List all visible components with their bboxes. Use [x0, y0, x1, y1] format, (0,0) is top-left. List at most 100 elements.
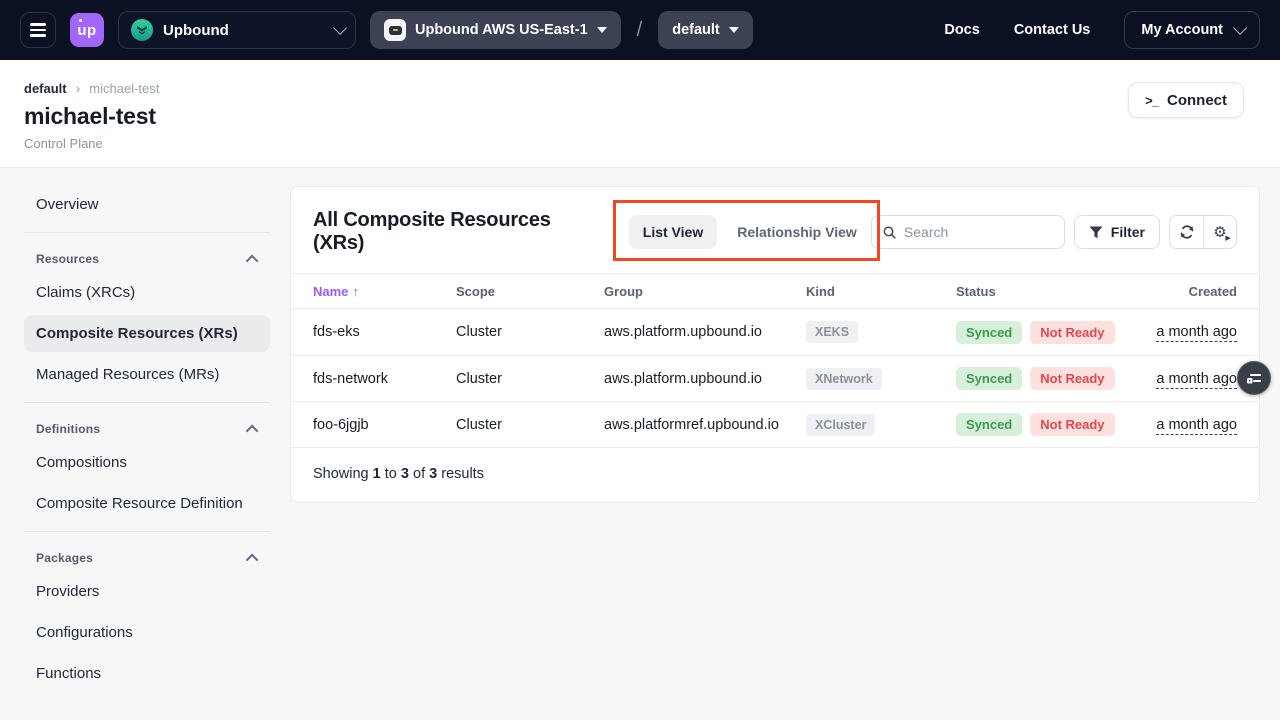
docs-link[interactable]: Docs [944, 22, 979, 38]
kind-badge: XCluster [806, 414, 875, 436]
chevron-up-icon [246, 553, 259, 566]
organization-name: Upbound [163, 22, 323, 39]
search-icon [883, 225, 896, 240]
sidebar-item-overview[interactable]: Overview [24, 186, 270, 223]
composite-resources-card: All Composite Resources (XRs) List View … [290, 186, 1260, 503]
chevron-down-icon [333, 21, 347, 35]
sidebar-item-providers[interactable]: Providers [24, 573, 270, 610]
menu-button[interactable] [20, 12, 56, 48]
list-view-tab[interactable]: List View [629, 215, 717, 249]
cell-group: aws.platform.upbound.io [604, 371, 806, 387]
table-row[interactable]: foo-6jgjb Cluster aws.platformref.upboun… [291, 401, 1259, 447]
table-row[interactable]: fds-network Cluster aws.platform.upbound… [291, 355, 1259, 401]
control-plane-switcher[interactable]: Upbound AWS US-East-1 [370, 11, 621, 49]
sidebar: Overview Resources Claims (XRCs) Composi… [0, 168, 290, 720]
column-header-name[interactable]: Name ↑ [313, 284, 456, 299]
synced-badge: Synced [956, 367, 1022, 390]
page-header: default › michael-test michael-test Cont… [0, 60, 1280, 168]
path-separator: / [637, 19, 643, 42]
refresh-button[interactable] [1170, 216, 1203, 248]
table-row[interactable]: fds-eks Cluster aws.platform.upbound.io … [291, 309, 1259, 355]
card-title: All Composite Resources (XRs) [313, 209, 587, 255]
created-timestamp[interactable]: a month ago [1156, 371, 1237, 389]
not-ready-badge: Not Ready [1030, 413, 1114, 436]
cell-name: fds-eks [313, 324, 456, 340]
logo-dot [79, 19, 82, 22]
connect-button[interactable]: >_ Connect [1128, 82, 1244, 118]
cell-scope: Cluster [456, 417, 604, 433]
chevron-down-icon [1233, 21, 1247, 35]
chevron-up-icon [246, 424, 259, 437]
feedback-widget-button[interactable] [1237, 361, 1271, 395]
divider [24, 402, 270, 403]
caret-down-icon [729, 27, 739, 33]
column-header-status[interactable]: Status [956, 284, 1117, 299]
cell-name: fds-network [313, 371, 456, 387]
relationship-view-tab[interactable]: Relationship View [723, 215, 871, 249]
sidebar-section-resources[interactable]: Resources [24, 243, 270, 274]
table-header-row: Name ↑ Scope Group Kind Status Created [291, 273, 1259, 309]
cell-group: aws.platformref.upbound.io [604, 417, 806, 433]
sidebar-item-managed-resources[interactable]: Managed Resources (MRs) [24, 356, 270, 393]
page-subtitle: Control Plane [24, 136, 1244, 151]
view-toggle: List View Relationship View [629, 215, 871, 249]
synced-badge: Synced [956, 321, 1022, 344]
group-switcher[interactable]: default [658, 11, 753, 49]
sidebar-item-composite-resource-definition[interactable]: Composite Resource Definition [24, 485, 270, 522]
terminal-icon: >_ [1145, 93, 1158, 108]
control-plane-name: Upbound AWS US-East-1 [415, 22, 588, 38]
cell-name: foo-6jgjb [313, 417, 456, 433]
kind-badge: XNetwork [806, 368, 882, 390]
cell-scope: Cluster [456, 324, 604, 340]
sort-ascending-icon: ↑ [352, 284, 359, 299]
not-ready-badge: Not Ready [1030, 367, 1114, 390]
gear-icon: ⚙▶ [1213, 225, 1226, 240]
upbound-logo: up [70, 13, 104, 47]
play-icon: ▶ [1225, 235, 1230, 242]
hamburger-icon [30, 23, 46, 26]
search-box [871, 215, 1065, 249]
organization-avatar-icon [131, 19, 153, 41]
filter-button[interactable]: Filter [1074, 215, 1160, 249]
search-input[interactable] [904, 224, 1053, 240]
cell-group: aws.platform.upbound.io [604, 324, 806, 340]
sidebar-item-composite-resources[interactable]: Composite Resources (XRs) [24, 315, 270, 352]
organization-switcher[interactable]: Upbound [118, 11, 356, 49]
my-account-button[interactable]: My Account [1124, 11, 1260, 49]
group-name: default [672, 22, 720, 38]
breadcrumb-current: michael-test [89, 81, 159, 96]
chevron-up-icon [246, 254, 259, 267]
kind-badge: XEKS [806, 321, 858, 343]
filter-icon [1089, 226, 1103, 239]
cell-scope: Cluster [456, 371, 604, 387]
synced-badge: Synced [956, 413, 1022, 436]
column-header-kind[interactable]: Kind [806, 284, 956, 299]
breadcrumb-group-link[interactable]: default [24, 81, 67, 96]
contact-us-link[interactable]: Contact Us [1014, 22, 1091, 38]
breadcrumb: default › michael-test [24, 80, 1244, 96]
column-header-group[interactable]: Group [604, 284, 806, 299]
results-summary: Showing 1 to 3 of 3 results [291, 447, 1259, 502]
sidebar-section-definitions[interactable]: Definitions [24, 413, 270, 444]
sidebar-item-compositions[interactable]: Compositions [24, 444, 270, 481]
divider [24, 531, 270, 532]
sidebar-section-packages[interactable]: Packages [24, 542, 270, 573]
divider [24, 232, 270, 233]
table-actions: ⚙▶ [1169, 215, 1237, 249]
breadcrumb-chevron-icon: › [76, 80, 81, 96]
sidebar-item-claims[interactable]: Claims (XRCs) [24, 274, 270, 311]
sidebar-item-configurations[interactable]: Configurations [24, 614, 270, 651]
column-header-scope[interactable]: Scope [456, 284, 604, 299]
auto-refresh-settings-button[interactable]: ⚙▶ [1203, 216, 1236, 248]
column-header-created[interactable]: Created [1117, 284, 1237, 299]
not-ready-badge: Not Ready [1030, 321, 1114, 344]
feedback-widget-icon [1246, 371, 1262, 385]
created-timestamp[interactable]: a month ago [1156, 324, 1237, 342]
page-title: michael-test [24, 103, 1244, 130]
caret-down-icon [597, 27, 607, 33]
refresh-icon [1179, 224, 1195, 240]
top-navigation-bar: up Upbound Upbound AWS US-East-1 / defau… [0, 0, 1280, 60]
sidebar-item-functions[interactable]: Functions [24, 655, 270, 692]
control-plane-icon [384, 19, 406, 41]
created-timestamp[interactable]: a month ago [1156, 417, 1237, 435]
